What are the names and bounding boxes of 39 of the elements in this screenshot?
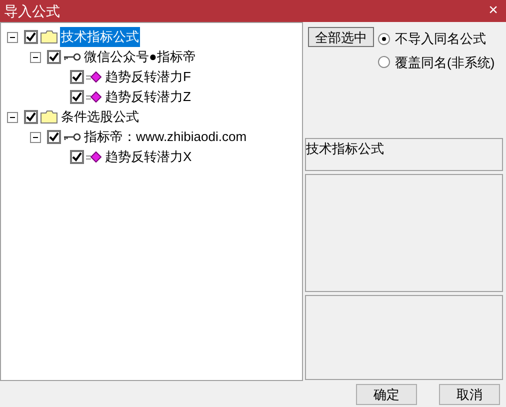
tree-item[interactable]: 趋势反转潜力F: [104, 67, 192, 87]
dialog-button[interactable]: 确定: [356, 384, 417, 404]
tree-item[interactable]: 指标帝：www.zhibiaodi.com: [83, 127, 248, 147]
checkbox[interactable]: [70, 150, 84, 164]
option-label: 覆盖同名(非系统): [395, 54, 495, 72]
select-all-button[interactable]: 全部选中: [308, 27, 374, 47]
folder-icon: [40, 30, 58, 44]
minus-icon: [10, 116, 15, 118]
dialog-button[interactable]: 取消: [439, 384, 500, 404]
minus-icon: [33, 136, 38, 138]
checkbox[interactable]: [70, 70, 84, 84]
checkbox[interactable]: [70, 90, 84, 104]
checkbox[interactable]: [47, 50, 61, 64]
radio-button[interactable]: [378, 56, 390, 68]
collapse-toggle[interactable]: [7, 112, 18, 122]
diamond-icon: [86, 151, 102, 163]
tree-item[interactable]: 趋势反转潜力X: [104, 147, 193, 167]
diamond-icon: [86, 91, 102, 103]
checkbox[interactable]: [47, 130, 61, 144]
option-label: 不导入同名公式: [395, 30, 486, 48]
checkbox[interactable]: [24, 110, 38, 124]
key-icon: [63, 52, 81, 62]
window-title: 导入公式: [4, 2, 60, 20]
tree-item[interactable]: 趋势反转潜力Z: [104, 87, 192, 107]
collapse-toggle[interactable]: [30, 52, 41, 62]
collapse-toggle[interactable]: [7, 32, 18, 42]
diamond-icon: [86, 71, 102, 83]
minus-icon: [10, 36, 15, 38]
collapse-toggle[interactable]: [30, 132, 41, 142]
folder-icon: [40, 110, 58, 124]
tree-item[interactable]: 技术指标公式: [60, 27, 140, 47]
close-button[interactable]: ×: [484, 3, 502, 19]
checkbox[interactable]: [24, 30, 38, 44]
tree-item[interactable]: 条件选股公式: [60, 107, 140, 127]
info-label: 技术指标公式: [306, 140, 385, 158]
minus-icon: [33, 56, 38, 58]
key-icon: [63, 132, 81, 142]
radio-button[interactable]: [378, 32, 390, 45]
tree-item[interactable]: 微信公众号●指标帝: [83, 47, 197, 67]
